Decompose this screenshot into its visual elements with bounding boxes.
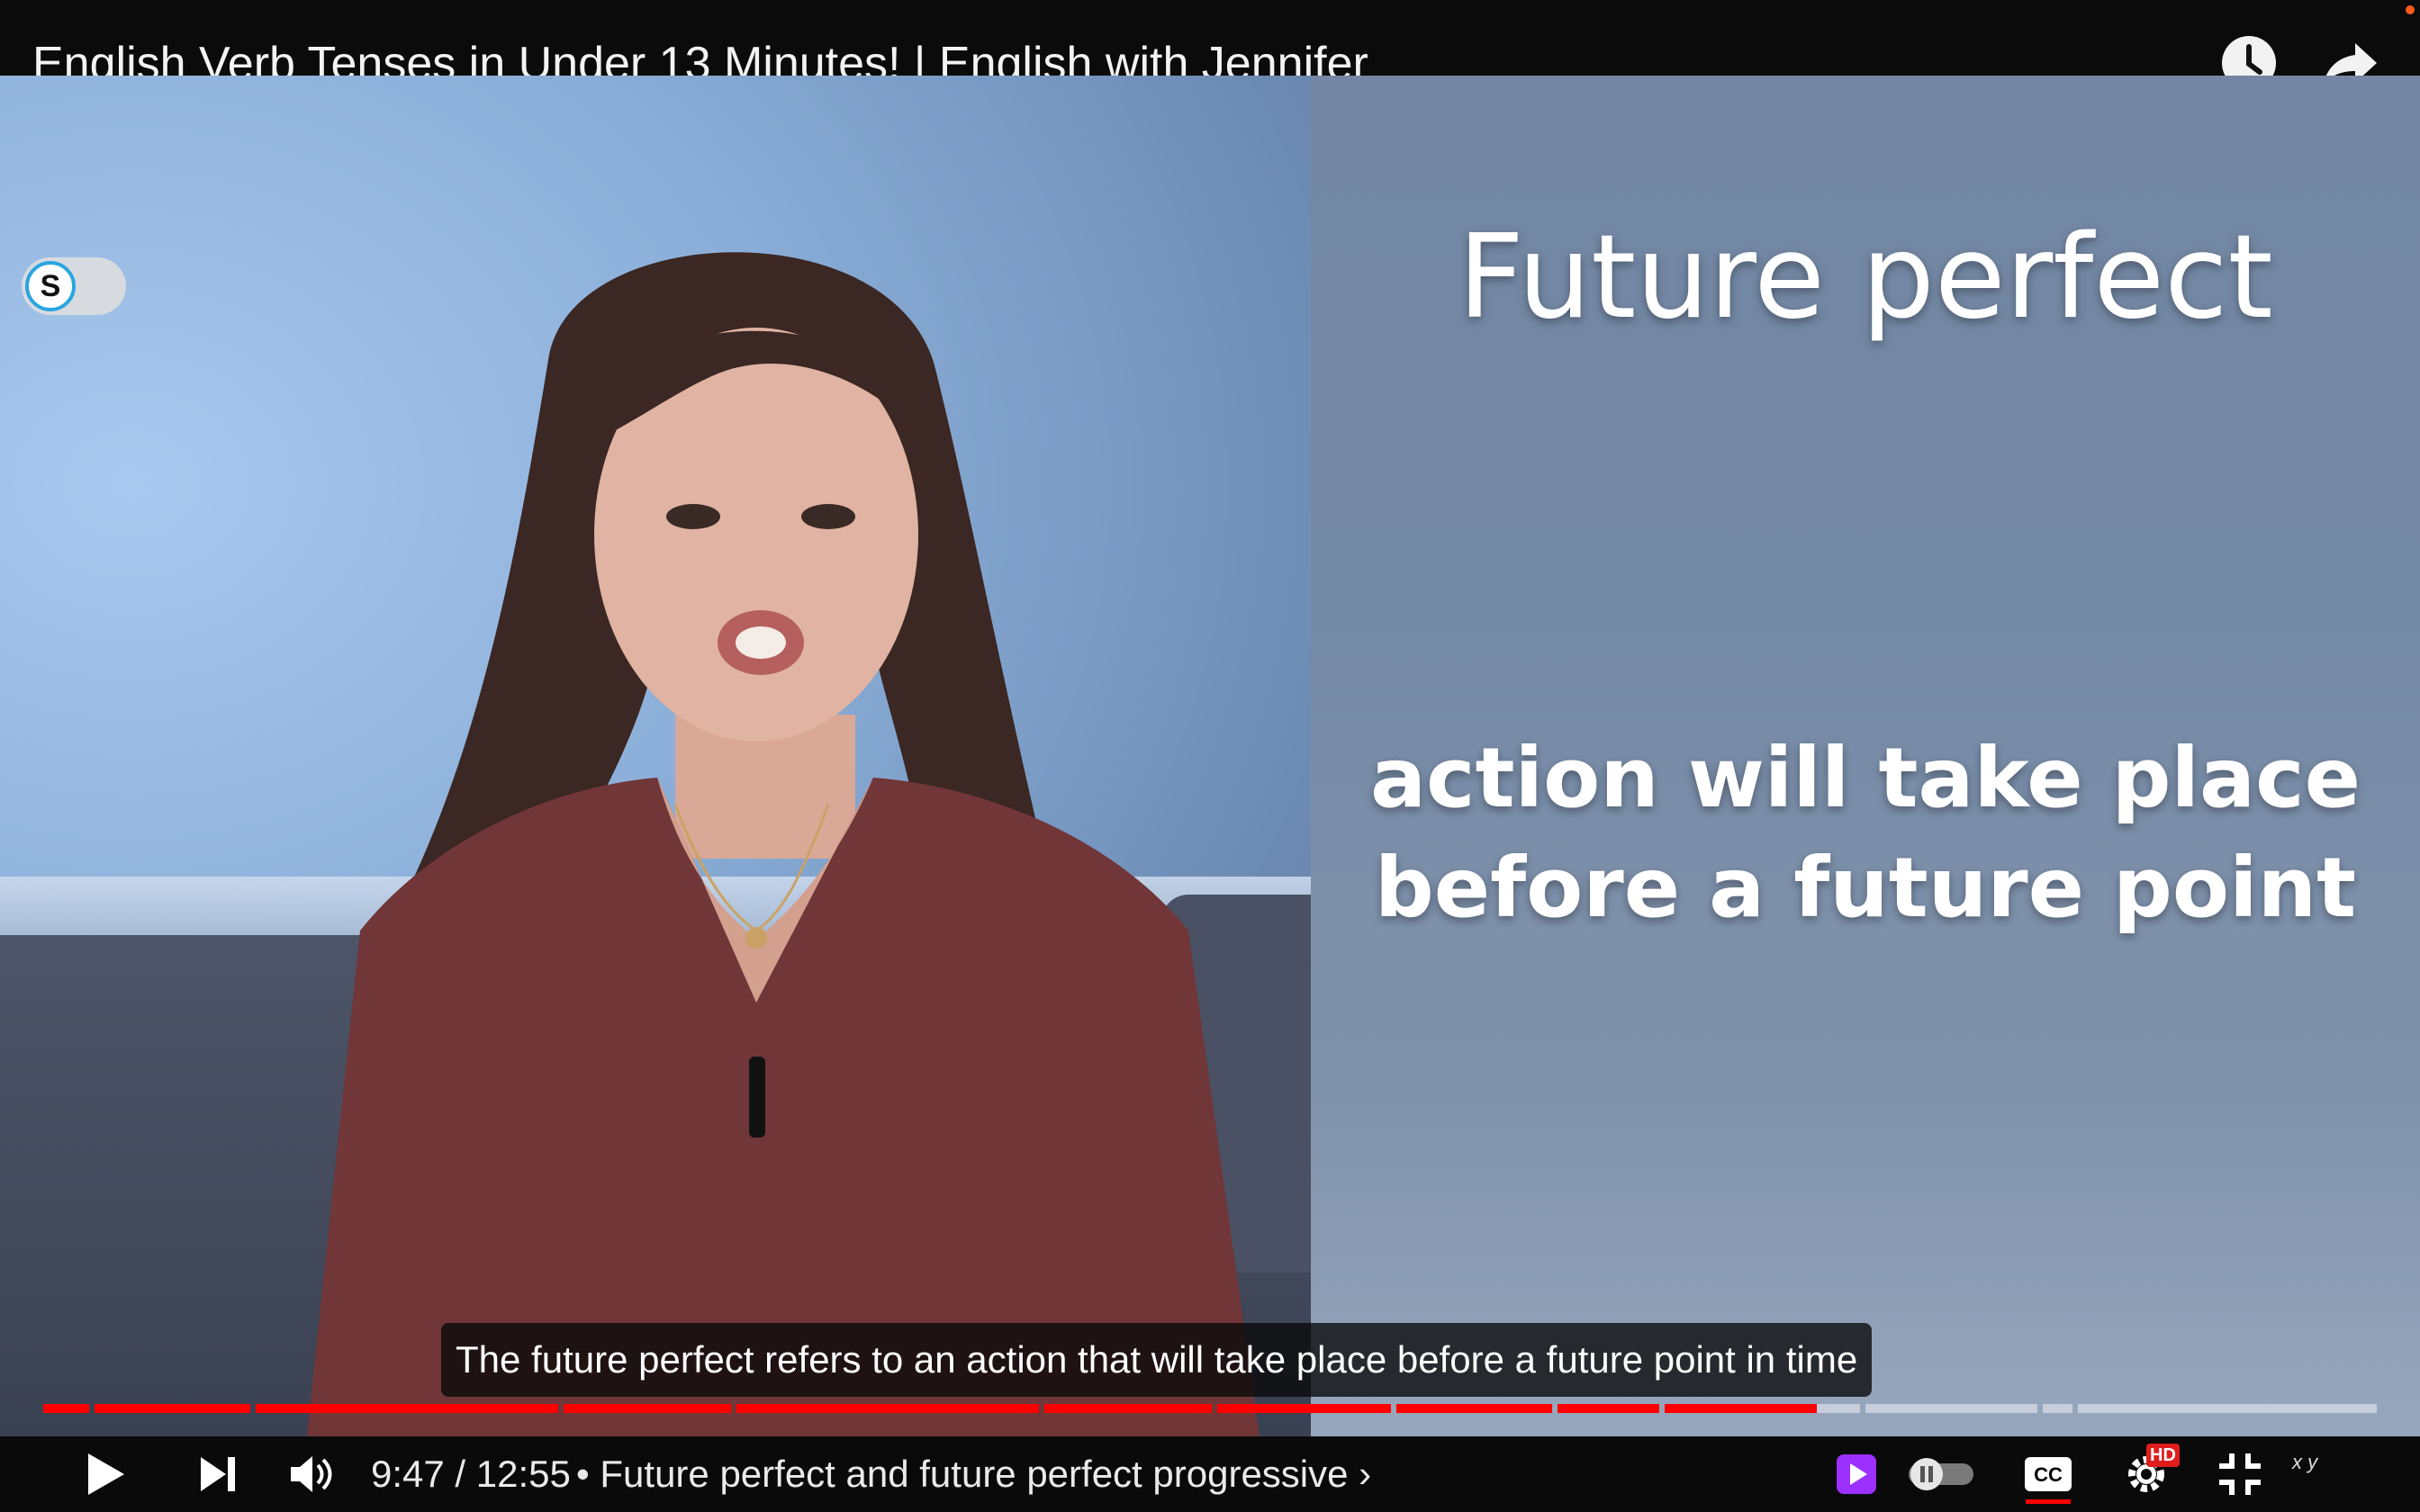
progress-chapter-segment[interactable]: [43, 1404, 90, 1413]
extension-toggle-knob: S: [25, 261, 76, 311]
time-display: 9:47 / 12:55: [371, 1436, 571, 1512]
subtitle-caption: The future perfect refers to an action t…: [441, 1323, 1873, 1397]
progress-chapter-segment[interactable]: [2078, 1404, 2377, 1413]
overlay-definition: action will take place before a future p…: [1311, 724, 2420, 943]
progress-played-fill: [43, 1404, 90, 1413]
progress-chapter-segment[interactable]: [736, 1404, 1039, 1413]
recording-indicator: [2406, 5, 2415, 14]
play-button[interactable]: [79, 1436, 133, 1512]
play-icon: [88, 1454, 124, 1495]
autoplay-toggle[interactable]: [1903, 1436, 1979, 1512]
progress-chapter-segment[interactable]: [1665, 1404, 1861, 1413]
progress-played-fill: [564, 1404, 731, 1413]
progress-played-fill: [1558, 1404, 1660, 1413]
duration: 12:55: [475, 1453, 571, 1495]
chevron-right-icon: ›: [1359, 1453, 1372, 1495]
progress-chapter-segment[interactable]: [1865, 1404, 2038, 1413]
volume-button[interactable]: [284, 1436, 339, 1512]
overlay-title: Future perfect: [1458, 211, 2273, 345]
overlay-definition-line-1: action will take place: [1369, 730, 2361, 826]
next-icon: [201, 1457, 235, 1491]
chapter-title: Future perfect and future perfect progre…: [600, 1453, 1349, 1495]
progress-chapter-segment[interactable]: [255, 1404, 558, 1413]
progress-chapter-segment[interactable]: [1396, 1404, 1553, 1413]
progress-chapter-segment[interactable]: [2043, 1404, 2073, 1413]
captions-icon: CC: [2025, 1457, 2072, 1491]
progress-played-fill: [1665, 1404, 1818, 1413]
progress-played-fill: [1216, 1404, 1392, 1413]
chapter-button[interactable]: • Future perfect and future perfect prog…: [576, 1436, 1371, 1512]
purple-play-extension-icon: [1837, 1454, 1876, 1494]
progress-chapter-segment[interactable]: [1558, 1404, 1660, 1413]
extension-toggle[interactable]: S: [22, 257, 126, 315]
next-button[interactable]: [193, 1436, 243, 1512]
captions-active-indicator: [2026, 1499, 2071, 1504]
progress-played-fill: [1396, 1404, 1553, 1413]
overlay-definition-line-2: before a future point: [1374, 840, 2357, 936]
progress-played-fill: [1043, 1404, 1212, 1413]
progress-bar[interactable]: [43, 1404, 2377, 1413]
progress-chapter-segment[interactable]: [564, 1404, 731, 1413]
hd-badge: HD: [2146, 1444, 2180, 1467]
time-separator: /: [455, 1453, 466, 1495]
progress-played-fill: [736, 1404, 1039, 1413]
progress-chapter-segment[interactable]: [95, 1404, 250, 1413]
progress-chapter-segment[interactable]: [1043, 1404, 1212, 1413]
video-frame[interactable]: Future perfect action will take place be…: [0, 76, 2420, 1436]
xy-extension-label[interactable]: x y: [2292, 1451, 2317, 1474]
cc-label: CC: [2034, 1463, 2063, 1486]
autoplay-toggle-icon: [1909, 1458, 1973, 1490]
progress-played-fill: [95, 1404, 250, 1413]
progress-chapter-segment[interactable]: [1216, 1404, 1392, 1413]
exit-fullscreen-button[interactable]: [2213, 1436, 2267, 1512]
volume-icon: [291, 1456, 332, 1492]
presenter-figure: [306, 252, 1260, 1436]
current-time: 9:47: [371, 1453, 445, 1495]
chapter-separator: •: [576, 1453, 590, 1495]
progress-played-fill: [255, 1404, 558, 1413]
extension-button[interactable]: [1833, 1436, 1880, 1512]
exit-fullscreen-icon: [2219, 1454, 2261, 1495]
